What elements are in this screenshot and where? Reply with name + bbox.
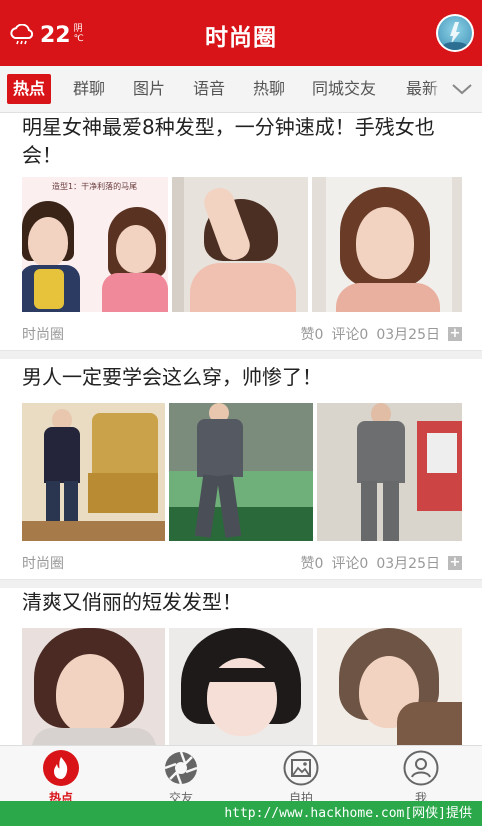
article-source: 时尚圈 — [22, 327, 64, 343]
image-caption: 造型1：干净利落的马尾 — [52, 182, 138, 191]
top-header: 22 阴 ℃ 时尚圈 — [0, 0, 482, 66]
divider — [0, 350, 482, 359]
user-avatar[interactable] — [436, 14, 474, 52]
comment-count[interactable]: 评论0 — [331, 553, 368, 573]
article-image[interactable] — [317, 403, 462, 541]
chevron-down-icon — [452, 84, 472, 95]
article-meta: 时尚圈 赞0 评论0 03月25日 + — [22, 553, 462, 573]
article-title[interactable]: 男人一定要学会这么穿，帅惨了！ — [22, 363, 460, 391]
profile-icon — [403, 750, 439, 786]
category-tabs: 热点 群聊 图片 语音 热聊 同城交友 最新 — [0, 66, 482, 113]
picture-icon — [283, 750, 319, 786]
tab-hot[interactable]: 热点 — [7, 74, 52, 104]
article-title[interactable]: 明星女神最爱8种发型，一分钟速成！手残女也会！ — [22, 113, 460, 169]
nav-selfie[interactable]: 自拍 — [251, 746, 351, 805]
nav-hot[interactable]: 热点 — [11, 746, 111, 805]
article-source: 时尚圈 — [22, 556, 64, 572]
article-image[interactable]: 造型1：干净利落的马尾 — [22, 177, 168, 312]
article-card[interactable]: 明星女神最爱8种发型，一分钟速成！手残女也会！ 造型1：干净利落的马尾 时尚圈 … — [0, 113, 482, 350]
article-title[interactable]: 清爽又俏丽的短发发型！ — [22, 588, 460, 616]
aperture-icon — [164, 751, 198, 785]
article-image[interactable] — [172, 177, 308, 312]
article-image[interactable] — [168, 403, 314, 541]
article-date: 03月25日 — [376, 556, 440, 572]
divider — [0, 579, 482, 588]
flame-icon — [43, 750, 79, 786]
more-options-icon[interactable]: + — [448, 327, 462, 341]
tabs-expand-button[interactable] — [442, 66, 482, 112]
nav-friends[interactable]: 交友 — [131, 746, 231, 805]
like-count[interactable]: 赞0 — [301, 324, 324, 344]
article-image[interactable] — [312, 177, 462, 312]
comment-count[interactable]: 评论0 — [331, 324, 368, 344]
article-image[interactable] — [22, 628, 165, 745]
bottom-navigation: 热点 交友 自拍 我 — [0, 745, 482, 805]
article-images: 造型1：干净利落的马尾 — [22, 177, 462, 312]
tab-hot-chat[interactable]: 热聊 — [253, 66, 285, 112]
article-images — [22, 403, 462, 541]
nav-me[interactable]: 我 — [371, 746, 471, 805]
article-image[interactable] — [22, 403, 165, 541]
more-options-icon[interactable]: + — [448, 556, 462, 570]
tab-latest[interactable]: 最新 — [406, 66, 438, 112]
watermark-text: http://www.hackhome.com[网侠]提供 — [0, 801, 482, 826]
article-image[interactable] — [317, 628, 462, 745]
article-card[interactable]: 清爽又俏丽的短发发型！ — [0, 588, 482, 745]
tab-pictures[interactable]: 图片 — [133, 66, 165, 112]
page-title: 时尚圈 — [205, 25, 277, 51]
article-images — [22, 628, 462, 745]
tab-group-chat[interactable]: 群聊 — [73, 66, 105, 112]
article-image[interactable] — [168, 628, 314, 745]
tab-local-friends[interactable]: 同城交友 — [312, 66, 376, 112]
article-meta: 时尚圈 赞0 评论0 03月25日 + — [22, 324, 462, 344]
tab-voice[interactable]: 语音 — [193, 66, 225, 112]
article-date: 03月25日 — [376, 327, 440, 343]
article-feed[interactable]: 明星女神最爱8种发型，一分钟速成！手残女也会！ 造型1：干净利落的马尾 时尚圈 … — [0, 113, 482, 745]
like-count[interactable]: 赞0 — [301, 553, 324, 573]
article-card[interactable]: 男人一定要学会这么穿，帅惨了！ 时尚圈 赞0 评论0 03月25日 + — [0, 359, 482, 579]
